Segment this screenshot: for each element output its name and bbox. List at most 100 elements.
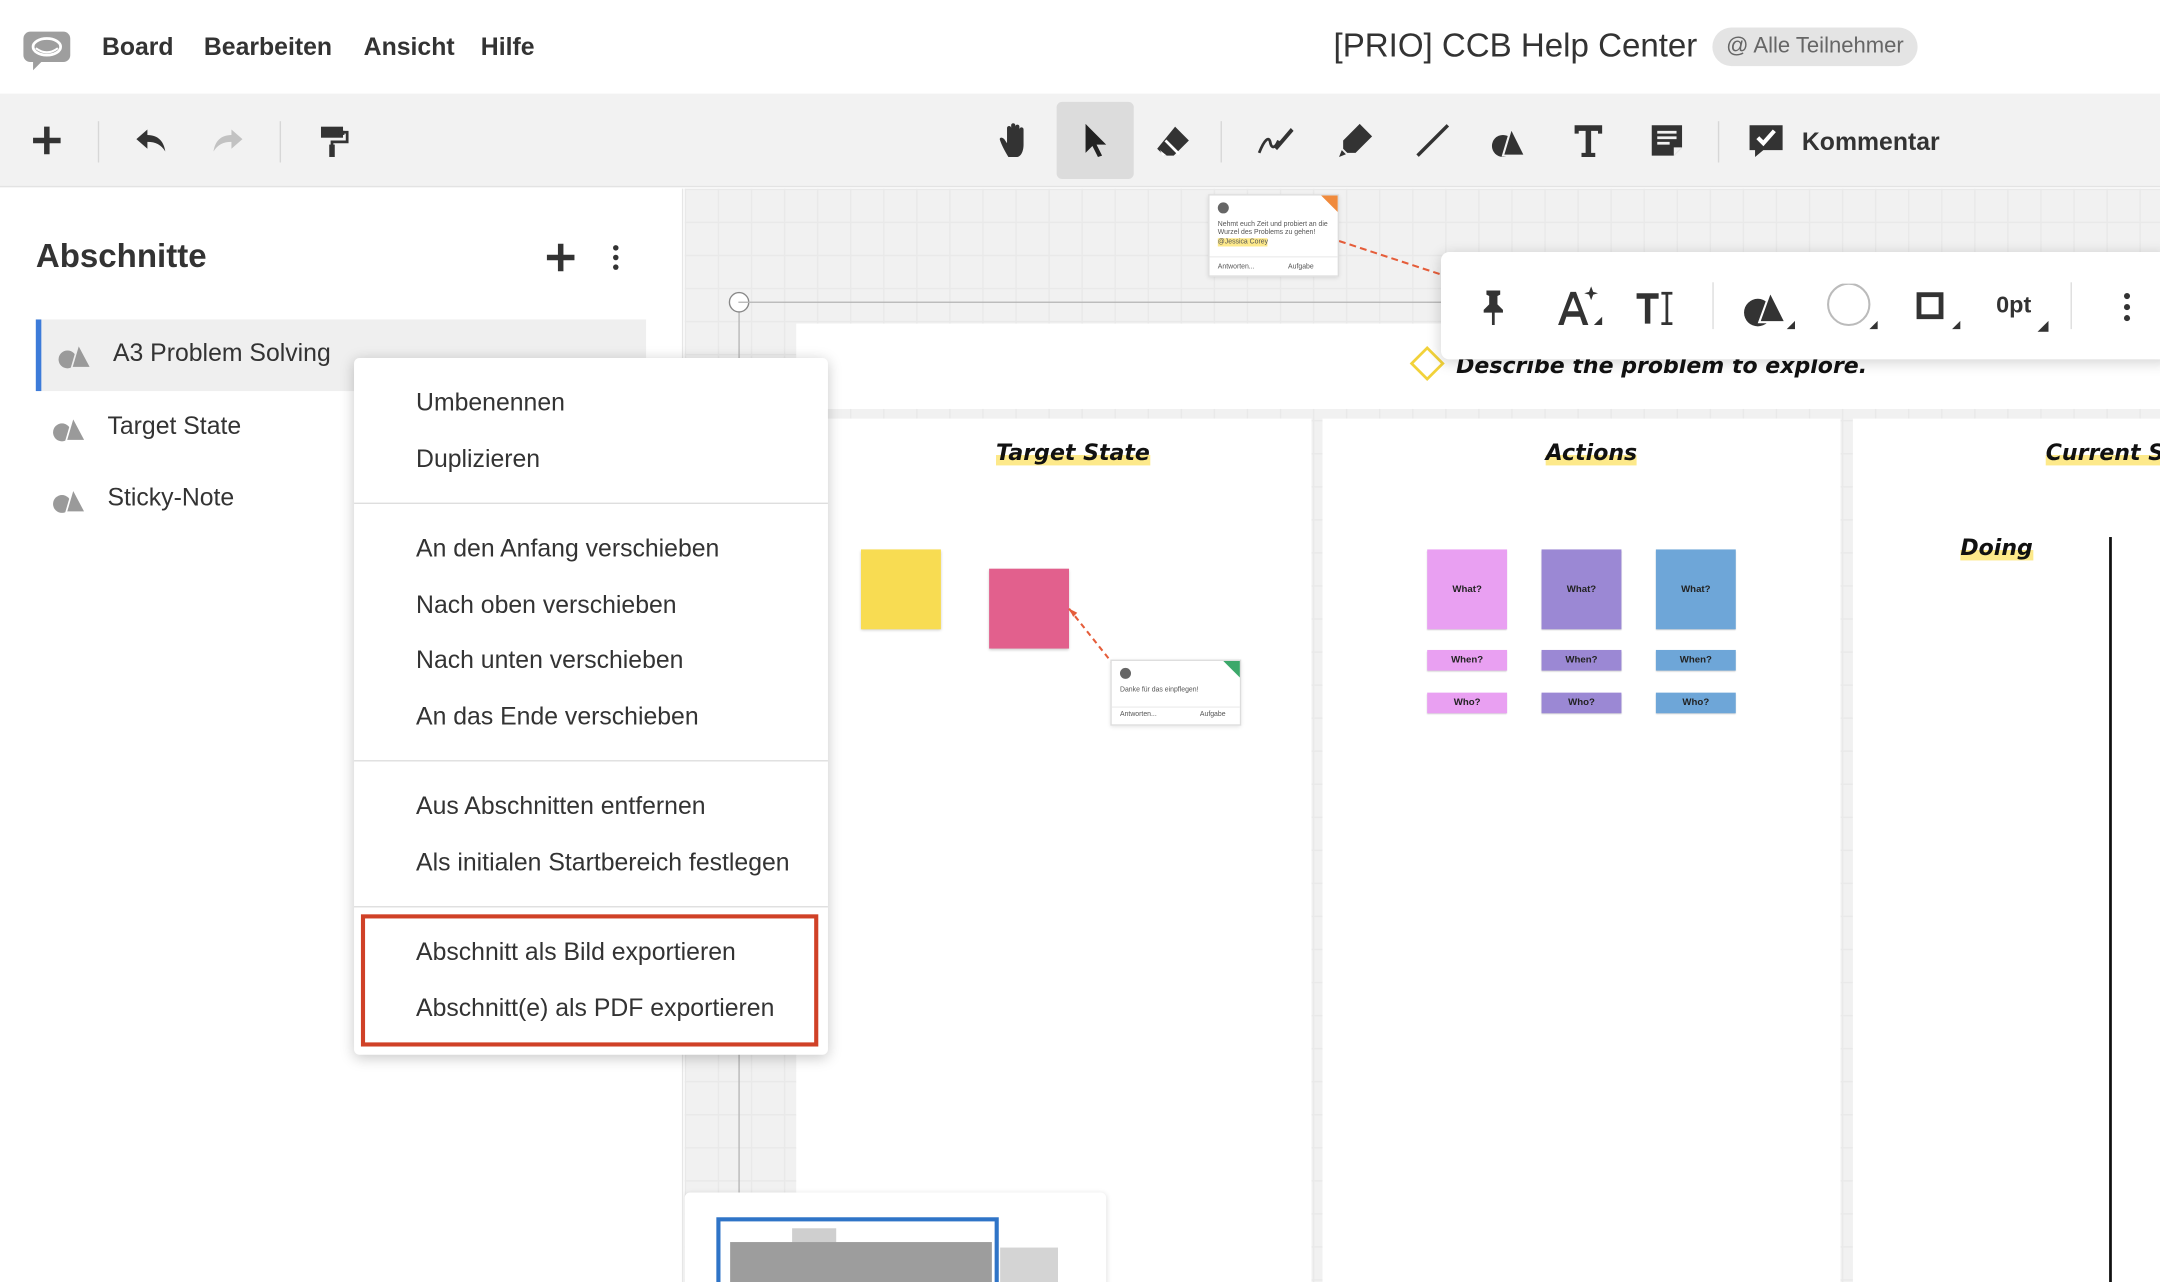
toolbar-divider bbox=[97, 121, 100, 163]
fill-color-icon[interactable] bbox=[1824, 282, 1879, 332]
comment-card[interactable]: Nehmt euch Zeit und probiert an die Wurz… bbox=[1208, 194, 1340, 277]
sticky-who-2[interactable]: Who? bbox=[1541, 692, 1622, 714]
sections-more-icon[interactable] bbox=[612, 244, 620, 278]
add-section-icon[interactable] bbox=[546, 242, 576, 279]
comment-icon[interactable] bbox=[1728, 102, 1805, 179]
toolbar-divider bbox=[1712, 282, 1714, 330]
menu-edit[interactable]: Bearbeiten bbox=[204, 33, 332, 62]
reply-link[interactable]: Antworten... bbox=[1218, 263, 1255, 271]
comment-connector bbox=[1338, 239, 1440, 276]
toolbar-divider bbox=[2070, 282, 2072, 330]
more-options-icon[interactable] bbox=[2099, 282, 2154, 332]
sections-title: Abschnitte bbox=[35, 238, 207, 276]
menu-board[interactable]: Board bbox=[102, 33, 174, 62]
section-label: Target State bbox=[107, 411, 242, 440]
kanban-divider bbox=[2109, 537, 2112, 1282]
dropdown-caret-icon bbox=[2037, 320, 2049, 332]
diamond-icon bbox=[1409, 346, 1445, 382]
menu-move-to-start[interactable]: An den Anfang verschieben bbox=[416, 534, 719, 563]
format-painter-icon[interactable] bbox=[293, 102, 370, 179]
ai-text-icon[interactable] bbox=[1551, 282, 1606, 332]
toolbar-divider bbox=[279, 121, 282, 163]
menu-move-to-end[interactable]: An das Ende verschieben bbox=[416, 702, 699, 731]
column-title-target: Target State bbox=[996, 439, 1150, 466]
pen-icon[interactable] bbox=[1237, 102, 1314, 179]
current-state-panel[interactable]: Current Stat Doing bbox=[1852, 418, 2160, 1282]
reply-link[interactable]: Antworten... bbox=[1120, 711, 1157, 719]
app-logo-icon[interactable] bbox=[22, 30, 72, 71]
section-shapes-icon bbox=[58, 341, 94, 375]
doing-label: Doing bbox=[1960, 534, 2033, 561]
minimap[interactable] bbox=[684, 1192, 1107, 1282]
yellow-sticky-note[interactable] bbox=[861, 549, 941, 630]
text-size-icon[interactable] bbox=[1631, 282, 1686, 332]
actions-panel[interactable]: Actions What? What? What? When? When? Wh… bbox=[1322, 418, 1841, 1282]
section-shapes-icon bbox=[52, 486, 88, 520]
sticky-who-3[interactable]: Who? bbox=[1655, 692, 1736, 714]
divider bbox=[1111, 706, 1240, 708]
avatar bbox=[1217, 202, 1229, 214]
menu-export-pdf[interactable]: Abschnitt(e) als PDF exportieren bbox=[416, 994, 774, 1023]
text-icon[interactable] bbox=[1550, 102, 1627, 179]
section-label: Sticky-Note bbox=[107, 483, 235, 511]
pin-icon[interactable] bbox=[1466, 282, 1521, 332]
menu-rename[interactable]: Umbenennen bbox=[416, 388, 565, 417]
toolbar-divider bbox=[1220, 121, 1222, 163]
resolved-badge bbox=[1223, 660, 1240, 678]
divider bbox=[1209, 256, 1338, 258]
sticky-when-1[interactable]: When? bbox=[1427, 649, 1508, 671]
section-label: A3 Problem Solving bbox=[112, 338, 331, 367]
export-highlight-box bbox=[360, 914, 819, 1047]
participants-badge[interactable]: @ Alle Teilnehmer bbox=[1712, 27, 1918, 67]
undo-icon[interactable] bbox=[113, 102, 190, 179]
sticky-who-1[interactable]: Who? bbox=[1427, 692, 1508, 714]
line-icon[interactable] bbox=[1394, 102, 1471, 179]
menu-move-down[interactable]: Nach unten verschieben bbox=[416, 646, 683, 675]
redo-icon[interactable] bbox=[189, 102, 266, 179]
comment-connector bbox=[1068, 607, 1113, 663]
toolbar-divider bbox=[1717, 121, 1720, 163]
hand-icon[interactable] bbox=[978, 102, 1055, 179]
menu-remove-from-sections[interactable]: Aus Abschnitten entfernen bbox=[416, 792, 706, 821]
menu-bar: Board Bearbeiten Ansicht Hilfe [PRIO] CC… bbox=[0, 0, 2160, 94]
shape-type-icon[interactable] bbox=[1741, 282, 1796, 332]
minimap-viewport[interactable] bbox=[716, 1217, 999, 1282]
menu-divider bbox=[354, 760, 828, 762]
sticky-when-3[interactable]: When? bbox=[1655, 649, 1736, 671]
sticky-when-2[interactable]: When? bbox=[1541, 649, 1622, 671]
eraser-icon[interactable] bbox=[1134, 102, 1211, 179]
comment-tool-label[interactable]: Kommentar bbox=[1802, 128, 1940, 157]
menu-help[interactable]: Hilfe bbox=[481, 33, 535, 62]
column-title-current: Current Stat bbox=[2045, 439, 2160, 466]
menu-view[interactable]: Ansicht bbox=[364, 33, 455, 62]
menu-duplicate[interactable]: Duplizieren bbox=[416, 445, 540, 474]
menu-export-image[interactable]: Abschnitt als Bild exportieren bbox=[416, 938, 736, 967]
pink-sticky-note[interactable] bbox=[989, 568, 1070, 649]
task-link[interactable]: Aufgabe bbox=[1288, 263, 1314, 271]
sticky-what-2[interactable]: What? bbox=[1541, 549, 1622, 630]
border-style-icon[interactable] bbox=[1907, 282, 1962, 332]
avatar bbox=[1119, 667, 1132, 679]
comment-card[interactable]: Danke für das einpflegen! Antworten... A… bbox=[1110, 659, 1242, 726]
board-title[interactable]: [PRIO] CCB Help Center bbox=[1334, 28, 1698, 67]
menu-divider bbox=[354, 906, 828, 908]
sticky-note-icon[interactable] bbox=[1628, 102, 1705, 179]
target-state-panel[interactable]: Target State Danke für das einpflegen! A… bbox=[796, 418, 1312, 1282]
menu-move-up[interactable]: Nach oben verschieben bbox=[416, 591, 677, 620]
pointer-icon[interactable] bbox=[1056, 101, 1134, 180]
selection-toolbar: 0pt bbox=[1440, 251, 2160, 360]
task-link[interactable]: Aufgabe bbox=[1200, 711, 1226, 719]
section-context-menu: Umbenennen Duplizieren An den Anfang ver… bbox=[354, 358, 828, 1055]
unresolved-badge bbox=[1321, 195, 1338, 213]
highlighter-icon[interactable] bbox=[1317, 102, 1394, 179]
sticky-what-1[interactable]: What? bbox=[1427, 549, 1508, 630]
section-shapes-icon bbox=[52, 414, 88, 448]
menu-set-initial-start[interactable]: Als initialen Startbereich festlegen bbox=[416, 848, 790, 877]
stroke-width-value[interactable]: 0pt bbox=[1996, 292, 2031, 320]
main-toolbar: Kommentar bbox=[0, 93, 2160, 188]
add-icon[interactable] bbox=[8, 102, 85, 179]
sticky-what-3[interactable]: What? bbox=[1655, 549, 1736, 630]
minimap-block bbox=[1000, 1247, 1058, 1282]
comment-text: Nehmt euch Zeit und probiert an die Wurz… bbox=[1217, 220, 1328, 237]
shapes-icon[interactable] bbox=[1471, 102, 1548, 179]
